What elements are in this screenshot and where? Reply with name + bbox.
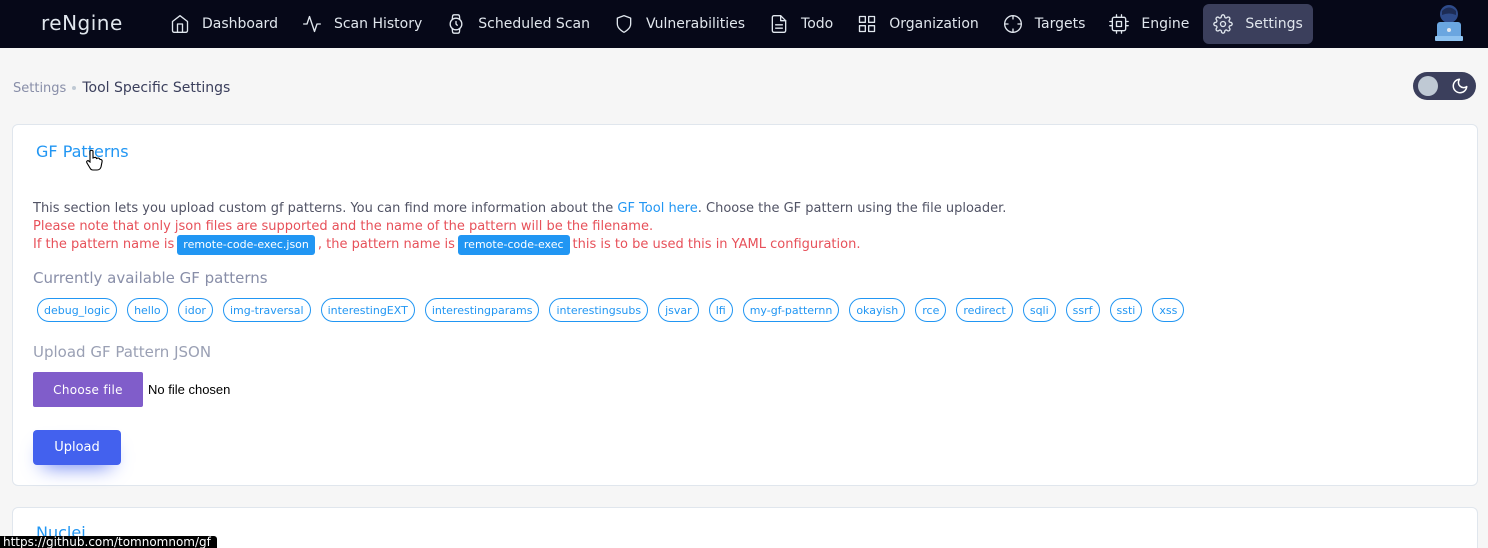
pattern-pill[interactable]: my-gf-patternn (742, 298, 840, 322)
nav-label: Vulnerabilities (645, 16, 746, 32)
nav-label: Engine (1141, 16, 1190, 32)
gf-description: This section lets you upload custom gf p… (33, 199, 1006, 219)
nav-label: Targets (1034, 16, 1086, 32)
nav-item-engine[interactable]: Engine (1099, 4, 1199, 44)
nav-label: Organization (889, 16, 979, 32)
grid-icon (859, 15, 876, 33)
top-navbar: reNgine Dashboard Scan History Scheduled… (0, 0, 1488, 48)
pattern-pill[interactable]: lfi (708, 298, 733, 322)
json-only-warning: Please note that only json files are sup… (33, 219, 654, 234)
nav-item-organization[interactable]: Organization (847, 4, 989, 44)
breadcrumb-settings-link[interactable]: Settings (13, 81, 66, 96)
theme-toggle[interactable] (1413, 72, 1476, 100)
nav-item-todo[interactable]: Todo (759, 4, 843, 44)
nav-label: Scheduled Scan (478, 16, 590, 32)
nav-item-vulnerabilities[interactable]: Vulnerabilities (604, 4, 755, 44)
crosshair-icon (1003, 15, 1022, 33)
gf-patterns-card: GF Patterns This section lets you upload… (12, 124, 1478, 486)
toggle-knob (1418, 76, 1438, 96)
hand-cursor-icon (86, 149, 103, 171)
file-text-icon (771, 15, 787, 33)
pattern-pill[interactable]: idor (177, 298, 213, 322)
pattern-pill[interactable]: interestingsubs (549, 298, 649, 322)
pattern-pill[interactable]: ssrf (1065, 298, 1100, 322)
pattern-pill[interactable]: sqli (1022, 298, 1056, 322)
pattern-pill[interactable]: ssti (1109, 298, 1143, 322)
pattern-pill[interactable]: xss (1152, 298, 1185, 322)
breadcrumb-separator (72, 86, 77, 90)
watch-icon (449, 14, 463, 34)
cpu-icon (1109, 14, 1130, 34)
pattern-pill[interactable]: rce (915, 298, 947, 322)
upload-button[interactable]: Upload (33, 430, 121, 465)
available-patterns-label: Currently available GF patterns (33, 269, 268, 287)
activity-icon (302, 15, 321, 33)
pattern-pill[interactable]: img-traversal (222, 298, 311, 322)
nav-item-dashboard[interactable]: Dashboard (160, 4, 288, 44)
code-badge-pattern-name: remote-code-exec (457, 235, 570, 255)
upload-pattern-label: Upload GF Pattern JSON (33, 343, 212, 361)
pattern-name-warning: If the pattern name is remote-code-exec.… (33, 235, 860, 255)
file-input: Choose file No file chosen (33, 372, 230, 407)
pattern-pill[interactable]: jsvar (658, 298, 699, 322)
pattern-pill[interactable]: interestingparams (424, 298, 540, 322)
moon-icon (1452, 78, 1468, 94)
link-status-bar: https://github.com/tomnomnom/gf (0, 536, 217, 548)
breadcrumb-current: Tool Specific Settings (82, 80, 231, 96)
settings-icon (1213, 14, 1234, 34)
nav-label: Todo (801, 16, 834, 32)
breadcrumb: Settings Tool Specific Settings (13, 80, 230, 96)
nav-item-settings[interactable]: Settings (1203, 4, 1313, 44)
description-text-post: . Choose the GF pattern using the file u… (697, 201, 1007, 216)
pattern-pill[interactable]: debug_logic (37, 298, 118, 322)
pattern-list: debug_logic hello idor img-traversal int… (37, 298, 1194, 322)
nav-item-targets[interactable]: Targets (993, 4, 1096, 44)
main-nav: Dashboard Scan History Scheduled Scan Vu… (160, 0, 1317, 48)
nuclei-card: Nuclei (12, 507, 1478, 548)
user-avatar[interactable] (1432, 2, 1466, 42)
warning-text-mid: , the pattern name is (317, 237, 455, 252)
brand-logo[interactable]: reNgine (41, 11, 123, 35)
gf-tool-link[interactable]: GF Tool here (617, 201, 697, 216)
nav-label: Dashboard (202, 16, 278, 32)
nav-label: Scan History (333, 16, 423, 32)
pattern-pill[interactable]: interestingEXT (320, 298, 415, 322)
shield-icon (616, 15, 632, 33)
code-badge-filename: remote-code-exec.json (177, 235, 315, 255)
home-icon (171, 15, 189, 33)
warning-text-pre: If the pattern name is (33, 237, 175, 252)
pattern-pill[interactable]: hello (127, 298, 168, 322)
file-status-text: No file chosen (148, 382, 231, 397)
choose-file-button[interactable]: Choose file (33, 372, 143, 407)
pattern-pill[interactable]: okayish (849, 298, 906, 322)
warning-text-post: this is to be used this in YAML configur… (572, 237, 861, 252)
nav-item-scheduled-scan[interactable]: Scheduled Scan (436, 4, 600, 44)
nav-label: Settings (1245, 16, 1303, 32)
nav-item-scan-history[interactable]: Scan History (292, 4, 432, 44)
pattern-pill[interactable]: redirect (956, 298, 1013, 322)
gf-patterns-title: GF Patterns (36, 142, 129, 161)
description-text: This section lets you upload custom gf p… (33, 201, 618, 216)
